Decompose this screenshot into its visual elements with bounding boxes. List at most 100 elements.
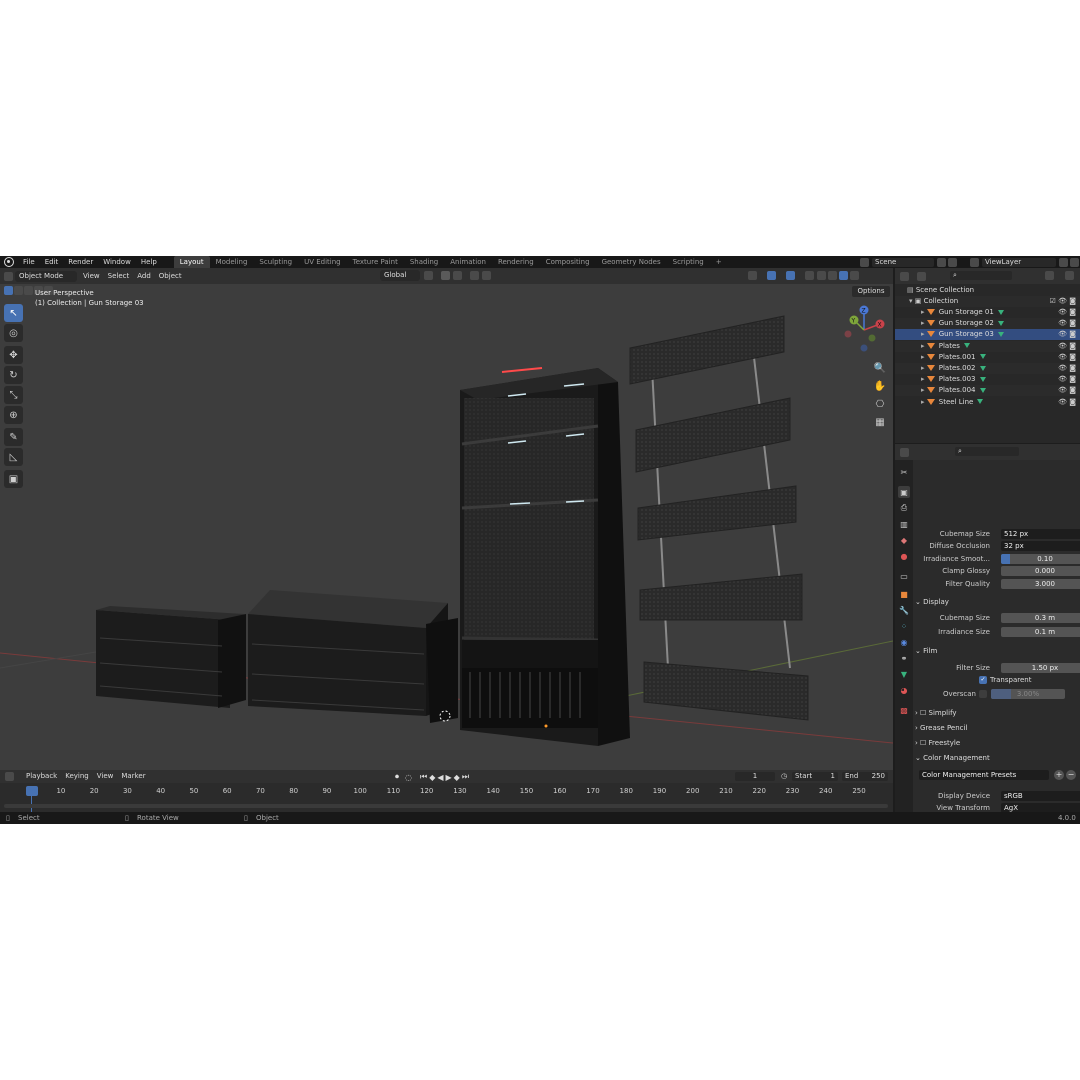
physics-tab-icon[interactable]: ◉: [898, 636, 910, 648]
solid-shading-icon[interactable]: [828, 271, 837, 280]
select-box-tool-icon[interactable]: ↖: [4, 304, 23, 322]
rotate-tool-icon[interactable]: ↻: [4, 366, 23, 384]
render-tab-icon[interactable]: ▣: [898, 486, 910, 498]
gizmo-toggle-icon[interactable]: [767, 271, 776, 280]
timeline-editor[interactable]: Playback Keying View Marker ⏺ ◌ ⏮ ◆ ◀ ▶ …: [0, 770, 893, 812]
film-panel[interactable]: ⌄ Film: [915, 645, 1078, 658]
outliner-editor-icon[interactable]: [900, 271, 909, 281]
visibility-icons[interactable]: 👁 ◙: [1058, 352, 1076, 363]
zoom-view-icon[interactable]: 🔍: [872, 360, 888, 376]
outliner-item[interactable]: ▸ Gun Storage 01 👁 ◙: [895, 307, 1080, 318]
object-tab-icon[interactable]: ■: [898, 588, 910, 600]
view-layer-field[interactable]: ViewLayer: [982, 257, 1056, 267]
workspace-tab-sculpting[interactable]: Sculpting: [253, 256, 298, 268]
menu-file[interactable]: File: [18, 256, 40, 268]
material-shading-icon[interactable]: [839, 271, 848, 280]
visibility-icons[interactable]: 👁 ◙: [1058, 329, 1076, 340]
scale-tool-icon[interactable]: ⤡: [4, 386, 23, 404]
constraints-tab-icon[interactable]: ⚭: [898, 652, 910, 664]
color-management-row[interactable]: Display DevicesRGB⌄: [913, 790, 1080, 802]
viewport-menu-view[interactable]: View: [79, 268, 104, 284]
color-management-presets-row[interactable]: Color Management Presets + −: [913, 769, 1080, 781]
overscan-checkbox[interactable]: [979, 690, 987, 698]
delete-scene-icon[interactable]: [948, 257, 957, 267]
filter-icon[interactable]: [1045, 271, 1054, 280]
world-tab-icon[interactable]: ●: [898, 550, 910, 562]
menu-render[interactable]: Render: [63, 256, 98, 268]
timeline-scrollbar[interactable]: [4, 804, 888, 808]
xray-toggle-icon[interactable]: [805, 271, 814, 280]
navigation-gizmo[interactable]: Z X Y: [842, 304, 888, 354]
presets-dropdown[interactable]: Color Management Presets: [919, 770, 1049, 780]
toggle-projection-icon[interactable]: ▦: [872, 414, 888, 430]
viewport-menu-select[interactable]: Select: [104, 268, 134, 284]
color-management-panel[interactable]: ⌄ Color Management: [915, 752, 1078, 765]
workspace-tab-layout[interactable]: Layout: [173, 256, 210, 268]
outliner-item[interactable]: ▸ Plates.001 👁 ◙: [895, 352, 1080, 363]
visibility-icons[interactable]: 👁 ◙: [1058, 363, 1076, 374]
view-layer-tab-icon[interactable]: ▥: [898, 518, 910, 530]
output-tab-icon[interactable]: ⎙: [898, 502, 910, 514]
outliner-search-input[interactable]: ⌕: [950, 271, 1012, 280]
add-cube-tool-icon[interactable]: ▣: [4, 470, 23, 488]
scene-tab-icon[interactable]: ◆: [898, 534, 910, 546]
visibility-icons[interactable]: 👁 ◙: [1058, 307, 1076, 318]
select-new-icon[interactable]: [4, 286, 13, 295]
select-extend-icon[interactable]: [14, 286, 23, 295]
transform-tool-icon[interactable]: ⊕: [4, 406, 23, 424]
editor-type-icon[interactable]: [4, 271, 13, 281]
transparent-checkbox-row[interactable]: ✓ Transparent: [913, 674, 1080, 686]
blender-logo-icon[interactable]: [4, 257, 14, 267]
proportional-edit-icon[interactable]: [470, 271, 479, 280]
playhead-marker[interactable]: [26, 786, 38, 796]
snap-icon[interactable]: [441, 271, 450, 280]
texture-tab-icon[interactable]: ▩: [898, 704, 910, 716]
display-irradiance-size-row[interactable]: Irradiance Size 0.1 m: [913, 626, 1080, 638]
new-collection-icon[interactable]: [1065, 271, 1074, 280]
annotate-tool-icon[interactable]: ✎: [4, 428, 23, 446]
workspace-tab-texture-paint[interactable]: Texture Paint: [347, 256, 404, 268]
prop-row[interactable]: Clamp Glossy 0.000: [913, 565, 1080, 577]
particles-tab-icon[interactable]: ⁘: [898, 620, 910, 632]
outliner-scene-collection[interactable]: ▤ Scene Collection: [895, 285, 1080, 296]
visibility-icons[interactable]: 👁 ◙: [1058, 341, 1076, 352]
outliner-item[interactable]: ▸ Plates 👁 ◙: [895, 340, 1080, 352]
visibility-icons[interactable]: 👁 ◙: [1058, 385, 1076, 396]
simplify-panel[interactable]: › ☐ Simplify: [915, 707, 1078, 720]
outliner-item[interactable]: ▸ Gun Storage 03 👁 ◙: [895, 329, 1080, 341]
transparent-checkbox[interactable]: ✓: [979, 676, 987, 684]
view-layer-selector[interactable]: ViewLayer: [970, 257, 1079, 267]
prop-row[interactable]: Filter Quality 3.000: [913, 578, 1080, 590]
outliner-item[interactable]: ▸ Plates.003 👁 ◙: [895, 374, 1080, 385]
menu-edit[interactable]: Edit: [40, 256, 64, 268]
tool-tab-icon[interactable]: ✂: [898, 466, 910, 478]
remove-preset-icon[interactable]: −: [1066, 770, 1076, 780]
workspace-tab-geometry-nodes[interactable]: Geometry Nodes: [596, 256, 667, 268]
workspace-tab-rendering[interactable]: Rendering: [492, 256, 540, 268]
prop-row[interactable]: Cubemap Size512 px⌄: [913, 528, 1080, 540]
workspace-tab-compositing[interactable]: Compositing: [540, 256, 596, 268]
prop-row[interactable]: Diffuse Occlusion32 px⌄: [913, 540, 1080, 552]
viewport-menu-object[interactable]: Object: [155, 268, 186, 284]
options-dropdown[interactable]: Options: [852, 286, 890, 297]
falloff-icon[interactable]: [482, 271, 491, 280]
outliner-item[interactable]: ▸ Plates.004 👁 ◙: [895, 385, 1080, 397]
new-scene-icon[interactable]: [937, 257, 946, 267]
workspace-tab-uv-editing[interactable]: UV Editing: [298, 256, 347, 268]
material-tab-icon[interactable]: ◕: [898, 684, 910, 696]
select-subtract-icon[interactable]: [24, 286, 33, 295]
properties-search-input[interactable]: ⌕: [955, 447, 1019, 456]
workspace-tab-modeling[interactable]: Modeling: [210, 256, 254, 268]
collection-visibility-icons[interactable]: ☑ 👁 ◙: [1050, 296, 1076, 307]
scene-name-field[interactable]: Scene: [872, 257, 934, 267]
outliner-collection[interactable]: ▾ ▣ Collection ☑ 👁 ◙: [895, 296, 1080, 307]
outliner-item[interactable]: ▸ Plates.002 👁 ◙: [895, 363, 1080, 374]
3d-viewport[interactable]: Object Mode View Select Add Object Globa…: [0, 268, 893, 770]
data-tab-icon[interactable]: ▼: [898, 668, 910, 680]
properties-editor-icon[interactable]: [900, 447, 909, 457]
display-cubemap-size-row[interactable]: Cubemap Size 0.3 m: [913, 612, 1080, 624]
visibility-icons[interactable]: 👁 ◙: [1058, 374, 1076, 385]
visibility-icon[interactable]: [748, 271, 757, 280]
visibility-icons[interactable]: 👁 ◙: [1058, 318, 1076, 329]
pan-view-icon[interactable]: ✋: [872, 378, 888, 394]
